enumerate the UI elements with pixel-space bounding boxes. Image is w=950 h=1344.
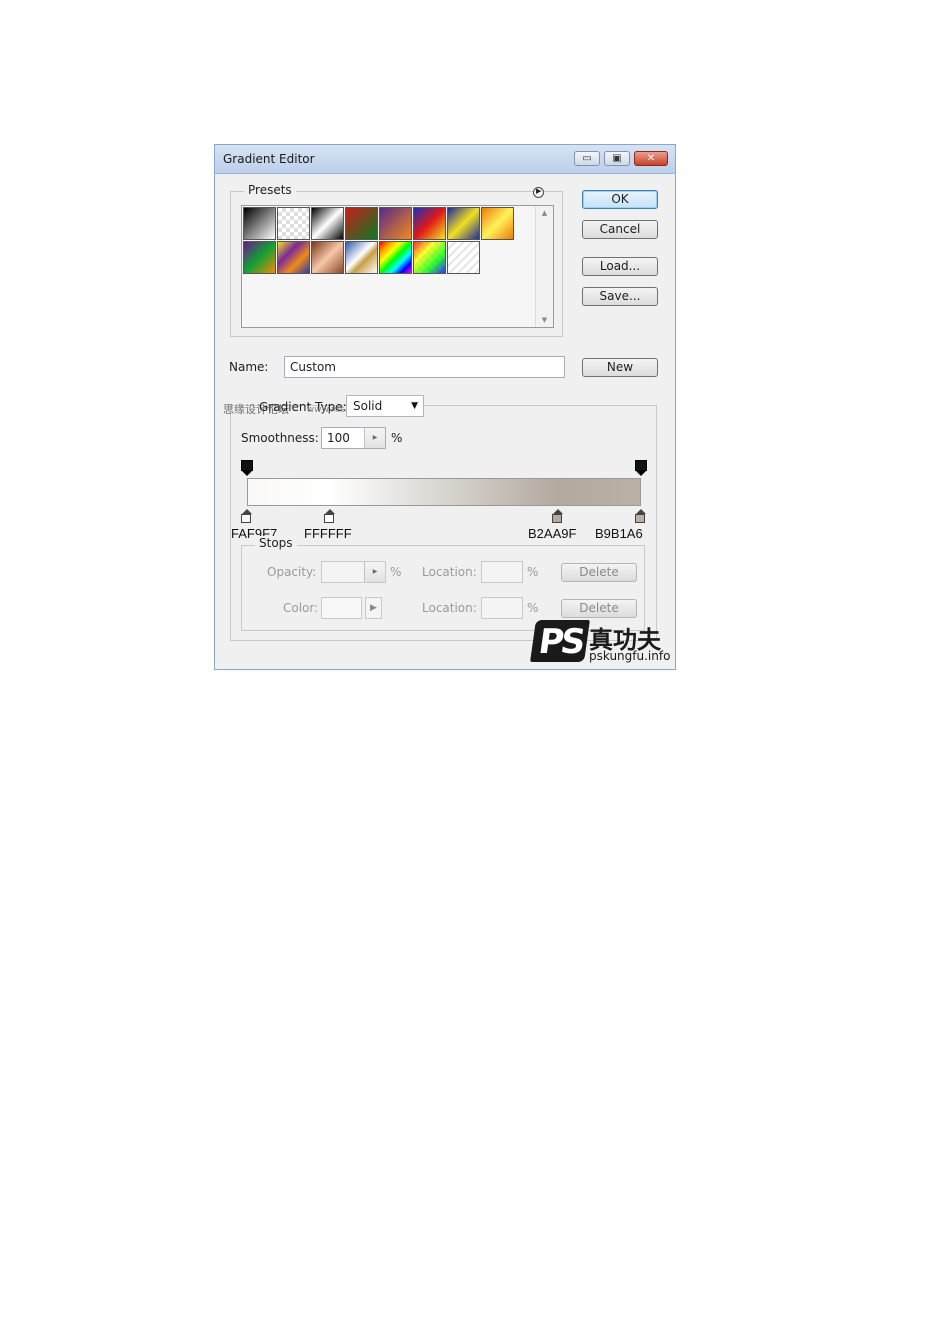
preset-swatch-transparent-stripes[interactable] (447, 241, 480, 274)
color-swatch[interactable] (321, 597, 362, 619)
opacity-location-unit: % (527, 565, 539, 579)
color-stop-hex-label: B2AA9F (528, 526, 577, 541)
preset-swatch-blue-red-yellow[interactable] (413, 207, 446, 240)
ok-button[interactable]: OK (582, 190, 658, 209)
preset-swatch-spectrum[interactable] (379, 241, 412, 274)
opacity-location-label: Location: (422, 565, 477, 579)
close-icon: ✕ (646, 153, 656, 164)
smoothness-label: Smoothness: (241, 431, 319, 445)
opacity-stop[interactable] (635, 460, 647, 476)
opacity-delete-button[interactable]: Delete (561, 563, 637, 582)
opacity-location-input[interactable] (481, 561, 523, 583)
preset-swatch-violet-green-orange[interactable] (243, 241, 276, 274)
presets-list: ▲ ▼ (241, 205, 554, 328)
pskungfu-logo: PS 真功夫 pskungfu.info (530, 618, 673, 666)
save-button[interactable]: Save... (582, 287, 658, 306)
window-title: Gradient Editor (223, 152, 315, 166)
smoothness-stepper-icon[interactable]: ▶ (364, 428, 385, 448)
minimize-button[interactable]: ▭ (574, 151, 600, 166)
color-stop-hex-label: B9B1A6 (595, 526, 643, 541)
color-label: Color: (283, 601, 319, 615)
minimize-icon: ▭ (582, 153, 592, 164)
scroll-up-icon[interactable]: ▲ (536, 209, 553, 217)
presets-label: Presets (244, 183, 296, 197)
preset-swatch-violet-orange[interactable] (379, 207, 412, 240)
maximize-button[interactable]: ▣ (604, 151, 630, 166)
preset-swatch-orange-yellow-orange[interactable] (481, 207, 514, 240)
color-location-input[interactable] (481, 597, 523, 619)
opacity-label: Opacity: (267, 565, 317, 579)
opacity-unit: % (390, 565, 402, 579)
color-stop-hex-label: FFFFFF (304, 526, 352, 541)
gradient-editor-dialog: Gradient Editor ▭ ▣ ✕ Presets ▶ ▲ ▼ OK C… (214, 144, 676, 670)
color-delete-button[interactable]: Delete (561, 599, 637, 618)
smoothness-input[interactable]: 100 ▶ (321, 427, 386, 449)
cancel-button[interactable]: Cancel (582, 220, 658, 239)
color-stop[interactable] (552, 509, 564, 523)
preset-swatch-transparent-checker[interactable] (277, 207, 310, 240)
color-location-label: Location: (422, 601, 477, 615)
presets-menu-button[interactable]: ▶ (533, 187, 544, 198)
title-bar[interactable]: Gradient Editor ▭ ▣ ✕ (215, 145, 675, 174)
scroll-down-icon[interactable]: ▼ (536, 316, 553, 324)
color-stop[interactable] (241, 509, 253, 523)
name-label: Name: (229, 360, 269, 374)
preset-swatch-blue-yellow-blue[interactable] (447, 207, 480, 240)
gradient-type-select[interactable]: Solid ▼ (346, 395, 424, 417)
load-button[interactable]: Load... (582, 257, 658, 276)
new-button[interactable]: New (582, 358, 658, 377)
close-button[interactable]: ✕ (634, 151, 668, 166)
smoothness-value: 100 (327, 431, 350, 445)
preset-swatch-transparent-rainbow[interactable] (413, 241, 446, 274)
preset-swatch-yellow-violet-orange-blue[interactable] (277, 241, 310, 274)
gradient-preview-bar[interactable] (247, 478, 641, 506)
color-stop[interactable] (323, 509, 336, 523)
color-menu-arrow-icon[interactable]: ▶ (365, 597, 382, 619)
maximize-icon: ▣ (612, 153, 622, 164)
stops-label: Stops (255, 536, 297, 550)
preset-swatch-red-green[interactable] (345, 207, 378, 240)
preset-swatch-black-to-white[interactable] (243, 207, 276, 240)
presets-scrollbar[interactable]: ▲ ▼ (535, 206, 553, 327)
gradient-type-value: Solid (353, 399, 383, 413)
circle-arrow-icon: ▶ (536, 187, 542, 195)
logo-mark: PS (530, 620, 590, 662)
opacity-input[interactable]: ▶ (321, 561, 386, 583)
smoothness-unit: % (391, 431, 403, 445)
name-input[interactable]: Custom (284, 356, 565, 378)
opacity-stop[interactable] (241, 460, 253, 476)
opacity-stepper-icon[interactable]: ▶ (364, 562, 385, 582)
color-location-unit: % (527, 601, 539, 615)
color-stop[interactable] (635, 509, 647, 523)
logo-url: pskungfu.info (589, 649, 671, 663)
preset-swatch-black-white-black[interactable] (311, 207, 344, 240)
preset-swatch-chrome[interactable] (345, 241, 378, 274)
preset-swatch-copper[interactable] (311, 241, 344, 274)
chevron-down-icon: ▼ (411, 401, 418, 411)
